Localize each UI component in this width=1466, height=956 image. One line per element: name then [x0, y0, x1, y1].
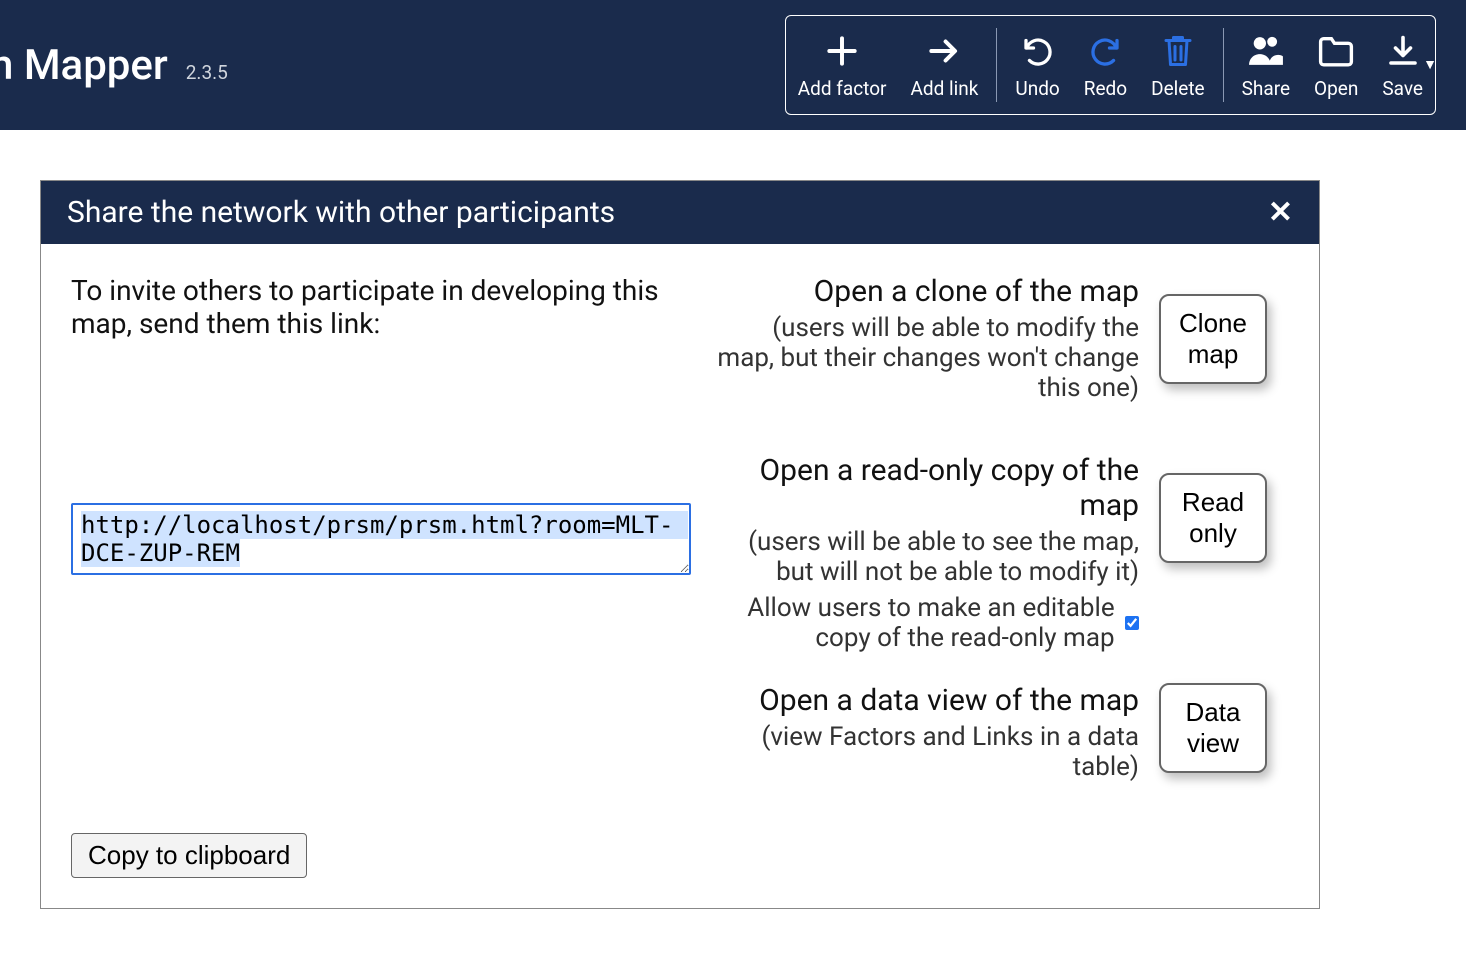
- read-only-button[interactable]: Read only: [1159, 473, 1267, 563]
- download-icon: [1385, 31, 1421, 71]
- redo-icon: [1087, 31, 1123, 71]
- undo-icon: [1020, 31, 1056, 71]
- toolbar-group-file: Share Open ▼ Save: [1230, 16, 1435, 114]
- clone-title: Open a clone of the map: [711, 274, 1139, 309]
- data-view-button[interactable]: Data view: [1159, 683, 1267, 773]
- share-dialog: Share the network with other participant…: [40, 180, 1320, 909]
- trash-icon: [1160, 31, 1196, 71]
- save-button[interactable]: ▼ Save: [1370, 16, 1435, 114]
- toolbar-label: Save: [1382, 77, 1423, 100]
- toolbar-label: Open: [1314, 77, 1358, 100]
- readonly-subtitle: (users will be able to see the map, but …: [711, 527, 1139, 587]
- readonly-allow-row: Allow users to make an editable copy of …: [711, 593, 1139, 653]
- toolbar: Add factor Add link Undo Redo: [785, 15, 1436, 115]
- clone-subtitle: (users will be able to modify the map, b…: [711, 313, 1139, 403]
- brand: n Mapper 2.3.5: [0, 41, 228, 90]
- chevron-down-icon: ▼: [1423, 56, 1437, 73]
- dialog-body: To invite others to participate in devel…: [41, 244, 1319, 908]
- top-bar: n Mapper 2.3.5 Add factor Add link: [0, 0, 1466, 130]
- share-instruction: To invite others to participate in devel…: [71, 274, 691, 403]
- dataview-subtitle: (view Factors and Links in a data table): [711, 722, 1139, 782]
- toolbar-label: Add factor: [798, 77, 887, 100]
- close-icon[interactable]: ✕: [1268, 195, 1293, 230]
- copy-to-clipboard-button[interactable]: Copy to clipboard: [71, 833, 307, 878]
- share-url-input[interactable]: [71, 503, 691, 575]
- toolbar-label: Undo: [1015, 77, 1059, 100]
- readonly-option: Open a read-only copy of the map (users …: [711, 453, 1139, 653]
- add-link-button[interactable]: Add link: [898, 16, 990, 114]
- copy-button-container: Copy to clipboard: [71, 833, 691, 878]
- share-button[interactable]: Share: [1230, 16, 1302, 114]
- toolbar-group-add: Add factor Add link: [786, 16, 991, 114]
- plus-icon: [823, 31, 861, 71]
- app-title: n Mapper: [0, 41, 168, 90]
- share-url-container: [71, 503, 691, 653]
- toolbar-label: Redo: [1084, 77, 1127, 100]
- readonly-allow-label: Allow users to make an editable copy of …: [711, 593, 1115, 653]
- toolbar-separator: [1223, 28, 1224, 102]
- clone-option: Open a clone of the map (users will be a…: [711, 274, 1139, 403]
- toolbar-group-edit: Undo Redo Delete: [1003, 16, 1216, 114]
- toolbar-label: Delete: [1151, 77, 1205, 100]
- add-factor-button[interactable]: Add factor: [786, 16, 899, 114]
- clone-map-button[interactable]: Clone map: [1159, 294, 1267, 384]
- toolbar-label: Share: [1242, 77, 1290, 100]
- dataview-title: Open a data view of the map: [711, 683, 1139, 718]
- folder-icon: [1316, 31, 1356, 71]
- undo-button[interactable]: Undo: [1003, 16, 1071, 114]
- toolbar-separator: [996, 28, 997, 102]
- delete-button[interactable]: Delete: [1139, 16, 1217, 114]
- toolbar-label: Add link: [910, 77, 978, 100]
- arrow-right-icon: [925, 31, 963, 71]
- dialog-title: Share the network with other participant…: [67, 195, 615, 230]
- dialog-header: Share the network with other participant…: [41, 181, 1319, 244]
- redo-button[interactable]: Redo: [1072, 16, 1139, 114]
- readonly-title: Open a read-only copy of the map: [711, 453, 1139, 523]
- app-version: 2.3.5: [186, 61, 228, 84]
- users-icon: [1246, 31, 1286, 71]
- readonly-allow-checkbox[interactable]: [1125, 611, 1139, 635]
- open-button[interactable]: Open: [1302, 16, 1370, 114]
- dataview-option: Open a data view of the map (view Factor…: [711, 683, 1139, 878]
